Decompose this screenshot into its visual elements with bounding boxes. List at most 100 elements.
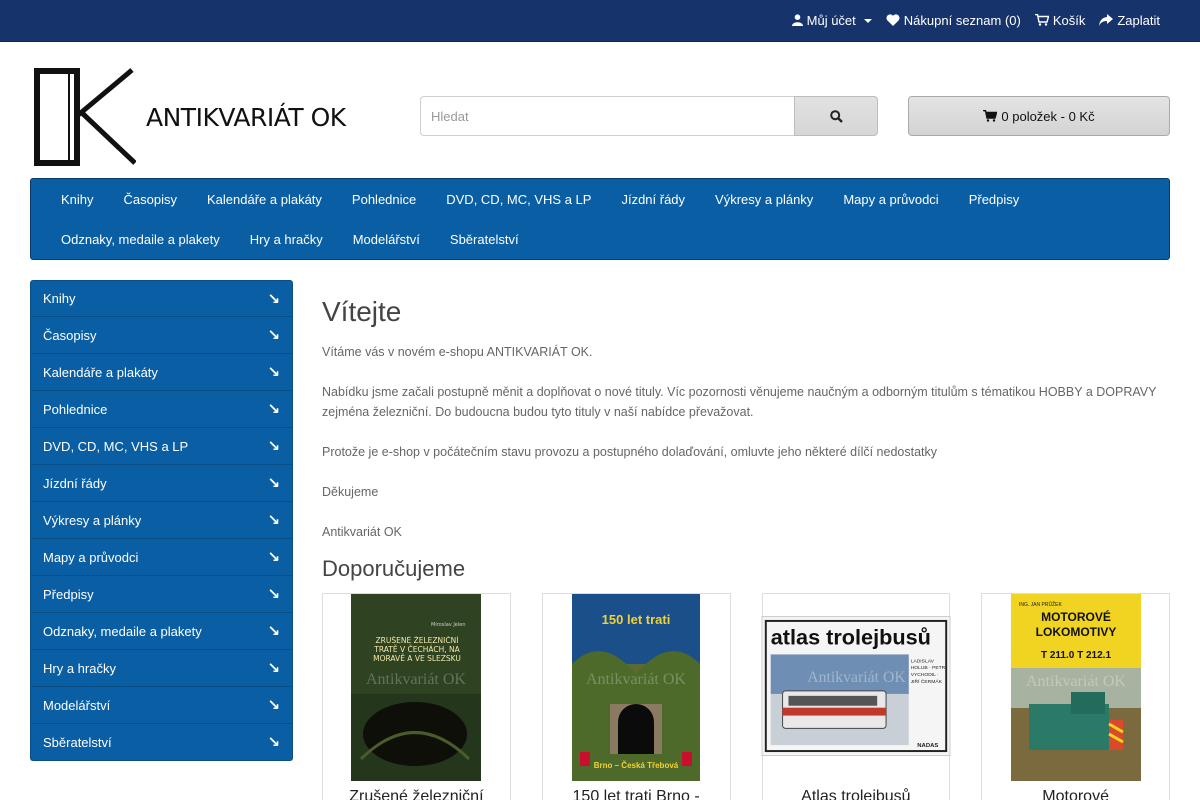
product-card[interactable]: Miroslav Jelen ZRUŠENÉ ŽELEZNIČNÍ TRATĚ … (322, 593, 511, 800)
shopping-cart-icon (1034, 14, 1049, 26)
top-links: Můj účet Nákupní seznam (0) Košík Zaplat… (791, 0, 1160, 40)
watermark: Antikvariát OK (1026, 673, 1126, 690)
cover-author: ING. JAN PRŮŽEK (1019, 600, 1062, 608)
account-menu[interactable]: Můj účet (791, 12, 872, 28)
arrow-down-right-icon: ↘ (267, 623, 280, 640)
sidebar-item-kalendare[interactable]: Kalendáře a plakáty ↘ (30, 354, 293, 391)
sidebar-item-label: Modelářství (43, 697, 111, 713)
checkout-link[interactable]: Zaplatit (1099, 13, 1160, 28)
nav-item-kalendare[interactable]: Kalendáře a plakáty (192, 192, 337, 207)
cart-label: Košík (1052, 12, 1086, 28)
product-image[interactable]: ING. JAN PRŮŽEK MOTOROVÉ LOKOMOTIVY T 21… (1010, 594, 1141, 781)
cover-author: Miroslav Jelen (431, 622, 466, 628)
arrow-down-right-icon: ↘ (267, 438, 280, 455)
nav-item-odznaky[interactable]: Odznaky, medaile a plakety (46, 232, 235, 247)
search-input[interactable] (420, 96, 794, 136)
welcome-paragraph: Antikvariát OK (322, 525, 402, 539)
nav-item-casopisy[interactable]: Časopisy (109, 192, 192, 207)
product-card[interactable]: ING. JAN PRŮŽEK MOTOROVÉ LOKOMOTIVY T 21… (981, 593, 1170, 800)
nav-item-modelarstvi[interactable]: Modelářství (338, 232, 435, 247)
watermark: Antikvariát OK (586, 671, 686, 688)
sidebar-item-label: Sběratelství (43, 734, 112, 750)
nav-item-dvd[interactable]: DVD, CD, MC, VHS a LP (431, 192, 606, 207)
account-label: Můj účet (806, 12, 856, 28)
sidebar-item-predpisy[interactable]: Předpisy ↘ (30, 576, 293, 613)
category-sidebar: Knihy ↘ Časopisy ↘ Kalendáře a plakáty ↘ Po… (30, 280, 293, 761)
logo-mark (34, 68, 136, 166)
arrow-down-right-icon: ↘ (267, 586, 280, 603)
sidebar-item-mapy[interactable]: Mapy a průvodci ↘ (30, 539, 293, 576)
sidebar-item-hry[interactable]: Hry a hračky ↘ (30, 650, 293, 687)
arrow-down-right-icon: ↘ (267, 327, 280, 344)
sidebar-item-modelarstvi[interactable]: Modelářství ↘ (30, 687, 293, 724)
recommended-products: Miroslav Jelen ZRUŠENÉ ŽELEZNIČNÍ TRATĚ … (322, 593, 1170, 800)
cart-summary-button[interactable]: 0 položek - 0 Kč (908, 96, 1170, 136)
sidebar-item-odznaky[interactable]: Odznaky, medaile a plakety ↘ (30, 613, 293, 650)
nav-item-jizdni-rady[interactable]: Jízdní řády (606, 192, 700, 207)
cover-publisher: NADAS (917, 743, 938, 749)
sidebar-item-sberatelstvi[interactable]: Sběratelství ↘ (30, 724, 293, 761)
shopping-cart-icon (983, 110, 998, 122)
arrow-down-right-icon: ↘ (267, 697, 280, 714)
sidebar-item-vykresy[interactable]: Výkresy a plánky ↘ (30, 502, 293, 539)
user-icon (791, 14, 803, 26)
nav-item-sberatelstvi[interactable]: Sběratelství (435, 232, 534, 247)
wishlist-label: Nákupní seznam (0) (903, 12, 1021, 28)
product-name[interactable]: Atlas trolejbusů (763, 788, 950, 800)
sidebar-item-knihy[interactable]: Knihy ↘ (30, 280, 293, 317)
nav-item-knihy[interactable]: Knihy (46, 192, 109, 207)
arrow-down-right-icon: ↘ (267, 734, 280, 751)
product-name[interactable]: Motorové (982, 788, 1169, 800)
caret-down-icon (863, 19, 872, 23)
cover-subtitle: T 211.0 T 212.1 (1041, 650, 1111, 661)
cover-title: ZRUŠENÉ ŽELEZNIČNÍ TRATĚ V ČECHÁCH, NA M… (373, 636, 462, 663)
sidebar-item-label: Hry a hračky (43, 660, 116, 676)
product-card[interactable]: atlas trolejbusů LADISLAV HOLUB · PETR V… (761, 593, 951, 800)
nav-item-hry[interactable]: Hry a hračky (235, 232, 338, 247)
nav-item-pohlednice[interactable]: Pohlednice (337, 192, 431, 207)
watermark: Antikvariát OK (366, 671, 466, 688)
search-button[interactable] (794, 96, 878, 136)
site-logo[interactable]: ANTIKVARIÁT OK (34, 67, 379, 167)
sidebar-item-label: Odznaky, medaile a plakety (43, 623, 202, 639)
nav-item-mapy[interactable]: Mapy a průvodci (828, 192, 953, 207)
nav-item-predpisy[interactable]: Předpisy (954, 192, 1035, 207)
sidebar-item-label: DVD, CD, MC, VHS a LP (43, 438, 189, 454)
welcome-paragraph: Děkujeme (322, 485, 379, 499)
product-image[interactable]: Miroslav Jelen ZRUŠENÉ ŽELEZNIČNÍ TRATĚ … (351, 594, 482, 781)
product-image[interactable]: 150 let trati Brno – Česká Třebová Antik… (572, 594, 701, 781)
product-name[interactable]: 150 let trati Brno - (543, 788, 730, 800)
product-image[interactable]: atlas trolejbusů LADISLAV HOLUB · PETR V… (761, 616, 951, 756)
sidebar-item-pohlednice[interactable]: Pohlednice ↘ (30, 391, 293, 428)
sidebar-item-label: Mapy a průvodci (43, 549, 139, 565)
welcome-paragraph: Nabídku jsme začali postupně měnit a dop… (322, 385, 1157, 419)
recommended-heading: Doporučujeme (322, 556, 466, 581)
product-name[interactable]: Zrušené železniční (323, 788, 510, 800)
nav-item-vykresy[interactable]: Výkresy a plánky (700, 192, 828, 207)
sidebar-item-jizdni-rady[interactable]: Jízdní řády ↘ (30, 465, 293, 502)
sidebar-item-label: Jízdní řády (43, 475, 107, 491)
wishlist-link[interactable]: Nákupní seznam (0) (886, 13, 1021, 28)
watermark: Antikvariát OK (807, 669, 906, 686)
cover-title: 150 let trati (602, 612, 671, 627)
product-card[interactable]: 150 let trati Brno – Česká Třebová Antik… (541, 593, 731, 800)
logo-text: ANTIKVARIÁT OK (146, 102, 346, 132)
arrow-down-right-icon: ↘ (267, 290, 280, 308)
search-bar (420, 96, 878, 136)
sidebar-item-label: Knihy (43, 291, 76, 306)
welcome-paragraph: Protože je e-shop v počátečním stavu pro… (322, 445, 937, 459)
sidebar-item-dvd[interactable]: DVD, CD, MC, VHS a LP ↘ (30, 428, 293, 465)
top-bar: Můj účet Nákupní seznam (0) Košík Zaplat… (0, 0, 1200, 42)
arrow-down-right-icon: ↘ (267, 660, 280, 677)
main-navigation: Knihy Časopisy Kalendáře a plakáty Pohle… (30, 178, 1170, 260)
cart-link[interactable]: Košík (1034, 12, 1086, 28)
welcome-content: Vítejte Vítáme vás v novém e-shopu ANTIK… (322, 296, 1170, 562)
cover-title: MOTOROVÉ LOKOMOTIVY (1035, 610, 1116, 639)
nav-row: Odznaky, medaile a plakety Hry a hračky … (46, 219, 1169, 259)
cart-summary-label: 0 položek - 0 Kč (1001, 108, 1095, 124)
arrow-down-right-icon: ↘ (267, 401, 280, 418)
sidebar-item-casopisy[interactable]: Časopisy ↘ (30, 317, 293, 354)
arrow-down-right-icon: ↘ (267, 364, 280, 381)
arrow-down-right-icon: ↘ (267, 475, 280, 492)
sidebar-item-label: Pohlednice (43, 401, 108, 417)
